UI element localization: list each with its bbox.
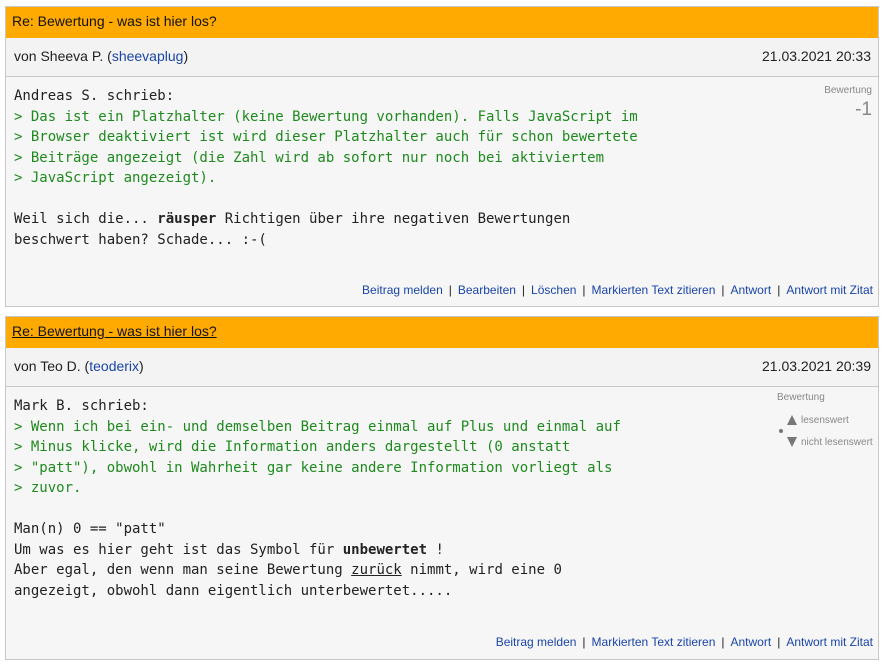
action-link-antwort[interactable]: Antwort [731,635,772,649]
post-title[interactable]: Re: Bewertung - was ist hier los? [6,317,878,348]
action-separator: | [582,283,586,297]
text-line: beschwert haben? Schade... :-( [14,231,267,248]
text-fragment: nimmt, wird eine 0 [401,562,562,578]
post-title-text[interactable]: Re: Bewertung - was ist hier los? [12,13,217,29]
quote-line: > Das ist ein Platzhalter (keine Bewertu… [14,108,638,125]
action-link-antwort[interactable]: Antwort [731,283,772,297]
post-date: 21.03.2021 20:39 [762,358,871,374]
rate-up-label[interactable]: lesenswert [801,415,849,426]
rating-label: Bewertung [824,85,872,96]
post-meta: von Teo D. (teoderix) 21.03.2021 20:39 [6,348,878,387]
post-title-text[interactable]: Re: Bewertung - was ist hier los? [12,323,217,339]
text-line: Man(n) 0 == "patt" [14,521,166,537]
text-line [14,189,638,210]
post-text: Andreas S. schrieb: > Das ist ein Platzha… [14,86,638,250]
action-link-bearbeiten[interactable]: Bearbeiten [458,283,516,297]
text-line: Andreas S. schrieb: [14,88,175,104]
post-text: Mark B. schrieb: > Wenn ich bei ein- und … [14,396,621,601]
bold-text: unbewertet [342,541,428,558]
rate-up-button[interactable]: lesenswert [787,409,877,431]
text-fragment: Aber egal, den wenn man seine Bewertung [14,562,352,578]
action-separator: | [777,283,781,297]
author-bracket: ) [183,48,189,64]
forum-post: Re: Bewertung - was ist hier los? von Te… [5,316,879,660]
action-link-beitrag-melden[interactable]: Beitrag melden [362,283,443,297]
author-username-link[interactable]: teoderix [89,358,139,374]
rate-down-button[interactable]: nicht lesenswert [787,431,877,453]
rating-box: Bewertung -1 [824,85,872,121]
text-fragment: Richtigen über ihre negativen Bewertunge… [216,211,571,227]
text-line: Um was es hier geht ist das Symbol für u… [14,540,621,561]
forum-post: Re: Bewertung - was ist hier los? von Sh… [5,6,879,307]
quote-line: > Wenn ich bei ein- und demselben Beitra… [14,418,621,435]
rating-label: Bewertung [777,392,825,403]
rate-down-label[interactable]: nicht lesenswert [801,437,873,448]
post-author: von Sheeva P. (sheevaplug) [14,48,188,64]
rating-dot [779,429,783,433]
action-separator: | [582,635,586,649]
text-fragment: ! [427,541,444,558]
author-name: von Teo D. ( [14,358,90,374]
action-link-beitrag-melden[interactable]: Beitrag melden [496,635,577,649]
action-separator: | [777,635,781,649]
text-line: Mark B. schrieb: [14,398,149,414]
text-line: angezeigt, obwohl dann eigentlich unterb… [14,582,453,599]
action-link-markierten-text-zitieren[interactable]: Markierten Text zitieren [592,283,716,297]
quote-line: > Browser deaktiviert ist wird dieser Pl… [14,129,638,145]
quote-line: > Beiträge angezeigt (die Zahl wird ab s… [14,149,605,166]
author-bracket: ) [139,358,144,374]
post-date: 21.03.2021 20:33 [762,48,871,64]
quote-line: > zuvor. [14,480,82,496]
post-meta: von Sheeva P. (sheevaplug) 21.03.2021 20… [6,38,878,77]
author-name: von Sheeva P. ( [14,48,112,64]
post-actions: Beitrag melden | Markierten Text zitieren |… [496,635,873,649]
post-author: von Teo D. (teoderix) [14,358,144,374]
action-link-antwort-mit-zitat[interactable]: Antwort mit Zitat [786,283,873,297]
text-line: Weil sich die... räusper Richtigen über … [14,209,638,230]
text-line [14,499,621,520]
action-separator: | [448,283,452,297]
post-title[interactable]: Re: Bewertung - was ist hier los? [6,7,878,38]
text-line: Aber egal, den wenn man seine Bewertung … [14,560,621,581]
action-link-löschen[interactable]: Löschen [531,283,576,297]
action-separator: | [721,283,725,297]
author-username-link[interactable]: sheevaplug [112,48,184,64]
action-link-antwort-mit-zitat[interactable]: Antwort mit Zitat [786,635,873,649]
rating-box: Bewertung lesenswert nicht lesenswert [777,392,877,453]
action-separator: | [721,635,725,649]
quote-line: > "patt"), obwohl in Wahrheit gar keine … [14,459,613,476]
bold-text: räusper [157,211,217,227]
arrow-down-icon[interactable] [787,437,797,447]
rating-value: -1 [855,99,872,120]
action-link-markierten-text-zitieren[interactable]: Markierten Text zitieren [592,635,716,649]
text-fragment: Weil sich die... [14,211,158,227]
quote-line: > JavaScript angezeigt). [14,170,217,186]
underlined-text: zurück [351,562,402,578]
arrow-up-icon[interactable] [787,415,797,425]
text-fragment: Um was es hier geht ist das Symbol für [14,541,343,558]
post-actions: Beitrag melden | Bearbeiten | Löschen | Markie… [362,283,873,297]
action-separator: | [521,283,526,297]
quote-line: > Minus klicke, wird die Information and… [14,439,571,455]
